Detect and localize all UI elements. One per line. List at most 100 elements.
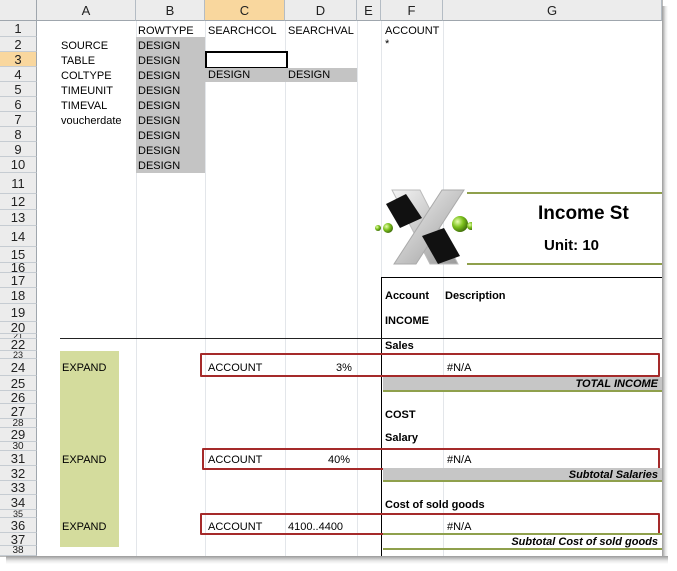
row-number: 7	[14, 112, 22, 127]
row-number: 31	[10, 451, 26, 466]
row-header-16[interactable]: 16	[0, 263, 37, 273]
subtotal-cost-rule	[383, 548, 662, 550]
cell-d4[interactable]: DESIGN	[288, 68, 330, 82]
row-header-7[interactable]: 7	[0, 112, 37, 127]
row-header-6[interactable]: 6	[0, 97, 37, 112]
row-header-3[interactable]: 3	[0, 52, 37, 67]
row-header-14[interactable]: 14	[0, 226, 37, 247]
expand-label[interactable]: EXPAND	[62, 361, 106, 375]
cell-a7[interactable]: voucherdate	[61, 114, 122, 128]
cell-b10[interactable]: DESIGN	[138, 159, 180, 173]
row-header-13[interactable]: 13	[0, 210, 37, 226]
cell-f2[interactable]: *	[385, 37, 389, 51]
row-header-26[interactable]: 26	[0, 391, 37, 404]
row-header-4[interactable]: 4	[0, 67, 37, 82]
row-number: 34	[10, 495, 26, 510]
cell-b7[interactable]: DESIGN	[138, 114, 180, 128]
report-title: Income St	[538, 203, 629, 224]
cell-a6[interactable]: TIMEVAL	[61, 99, 107, 113]
account-value[interactable]: #N/A	[447, 520, 471, 534]
cell-c1[interactable]: SEARCHCOL	[208, 24, 276, 38]
row-header-20[interactable]: 20	[0, 322, 37, 334]
row-header-23[interactable]: 23	[0, 351, 37, 359]
cell-b1[interactable]: ROWTYPE	[138, 24, 194, 38]
account-value[interactable]: #N/A	[447, 361, 471, 375]
column-header-g[interactable]: G	[443, 0, 662, 21]
salary-heading: Salary	[385, 432, 419, 444]
gridline	[285, 21, 286, 556]
column-header-f[interactable]: F	[381, 0, 443, 21]
row-number: 5	[14, 82, 22, 97]
column-header-c[interactable]: C	[205, 0, 285, 21]
cell-b8[interactable]: DESIGN	[138, 129, 180, 143]
row-header-29[interactable]: 29	[0, 428, 37, 442]
row-number: 24	[10, 360, 26, 375]
row-header-25[interactable]: 25	[0, 376, 37, 391]
description-header: Description	[445, 290, 506, 302]
column-header-d[interactable]: D	[285, 0, 357, 21]
expand-label[interactable]: EXPAND	[62, 520, 106, 534]
expand-range-a	[60, 351, 119, 547]
searchval-value[interactable]: 4100..4400	[288, 520, 343, 534]
row-header-27[interactable]: 27	[0, 404, 37, 419]
cell-a4[interactable]: COLTYPE	[61, 69, 112, 83]
row-number: 38	[12, 546, 24, 556]
cell-b2[interactable]: DESIGN	[138, 39, 180, 53]
searchcol-value[interactable]: ACCOUNT	[208, 361, 262, 375]
row-header-10[interactable]: 10	[0, 157, 37, 173]
report-unit: Unit: 10	[544, 237, 600, 254]
row-header-15[interactable]: 15	[0, 247, 37, 263]
row-number: 29	[10, 428, 26, 442]
row-header-31[interactable]: 31	[0, 451, 37, 466]
cell-f1[interactable]: ACCOUNT	[385, 24, 439, 38]
row-header-35[interactable]: 35	[0, 510, 37, 518]
row-header-8[interactable]: 8	[0, 127, 37, 142]
expand-label[interactable]: EXPAND	[62, 453, 106, 467]
row-header-19[interactable]: 19	[0, 304, 37, 322]
row-header-32[interactable]: 32	[0, 466, 37, 481]
cell-b5[interactable]: DESIGN	[138, 84, 180, 98]
searchval-value[interactable]: 3%	[336, 361, 352, 375]
cell-b3[interactable]: DESIGN	[138, 54, 180, 68]
account-value[interactable]: #N/A	[447, 453, 471, 467]
row-header-9[interactable]: 9	[0, 142, 37, 157]
cell-b6[interactable]: DESIGN	[138, 99, 180, 113]
column-header-a[interactable]: A	[37, 0, 136, 21]
row-number: 14	[10, 229, 26, 244]
row-number: 4	[14, 67, 22, 82]
cell-a3[interactable]: TABLE	[61, 54, 95, 68]
row-header-11[interactable]: 11	[0, 173, 37, 194]
row-header-38[interactable]: 38	[0, 546, 37, 556]
cell-c4[interactable]: DESIGN	[208, 68, 250, 82]
row-header-22[interactable]: 22	[0, 339, 37, 351]
row-header-18[interactable]: 18	[0, 288, 37, 304]
row-number: 16	[10, 263, 26, 273]
row-header-33[interactable]: 33	[0, 481, 37, 495]
row-header-28[interactable]: 28	[0, 419, 37, 428]
active-cell-c3[interactable]	[205, 51, 288, 69]
row-header-2[interactable]: 2	[0, 37, 37, 52]
cell-b4[interactable]: DESIGN	[138, 69, 180, 83]
title-top-rule	[467, 192, 662, 194]
row-header-5[interactable]: 5	[0, 82, 37, 97]
searchcol-value[interactable]: ACCOUNT	[208, 520, 262, 534]
row-header-1[interactable]: 1	[0, 21, 37, 37]
row-header-30[interactable]: 30	[0, 442, 37, 451]
cell-a5[interactable]: TIMEUNIT	[61, 84, 113, 98]
row-header-17[interactable]: 17	[0, 273, 37, 288]
row-header-37[interactable]: 37	[0, 533, 37, 546]
row-header-34[interactable]: 34	[0, 495, 37, 510]
row-number: 3	[14, 52, 22, 67]
cell-a2[interactable]: SOURCE	[61, 39, 108, 53]
searchcol-value[interactable]: ACCOUNT	[208, 453, 262, 467]
cell-b9[interactable]: DESIGN	[138, 144, 180, 158]
row-header-12[interactable]: 12	[0, 194, 37, 210]
row-header-24[interactable]: 24	[0, 359, 37, 376]
cell-d1[interactable]: SEARCHVAL	[288, 24, 354, 38]
column-header-e[interactable]: E	[357, 0, 381, 21]
column-header-b[interactable]: B	[136, 0, 205, 21]
select-all-corner[interactable]	[0, 0, 37, 21]
row-header-36[interactable]: 36	[0, 518, 37, 533]
cost-of-sold-goods-heading: Cost of sold goods	[385, 499, 485, 511]
searchval-value[interactable]: 40%	[328, 453, 350, 467]
